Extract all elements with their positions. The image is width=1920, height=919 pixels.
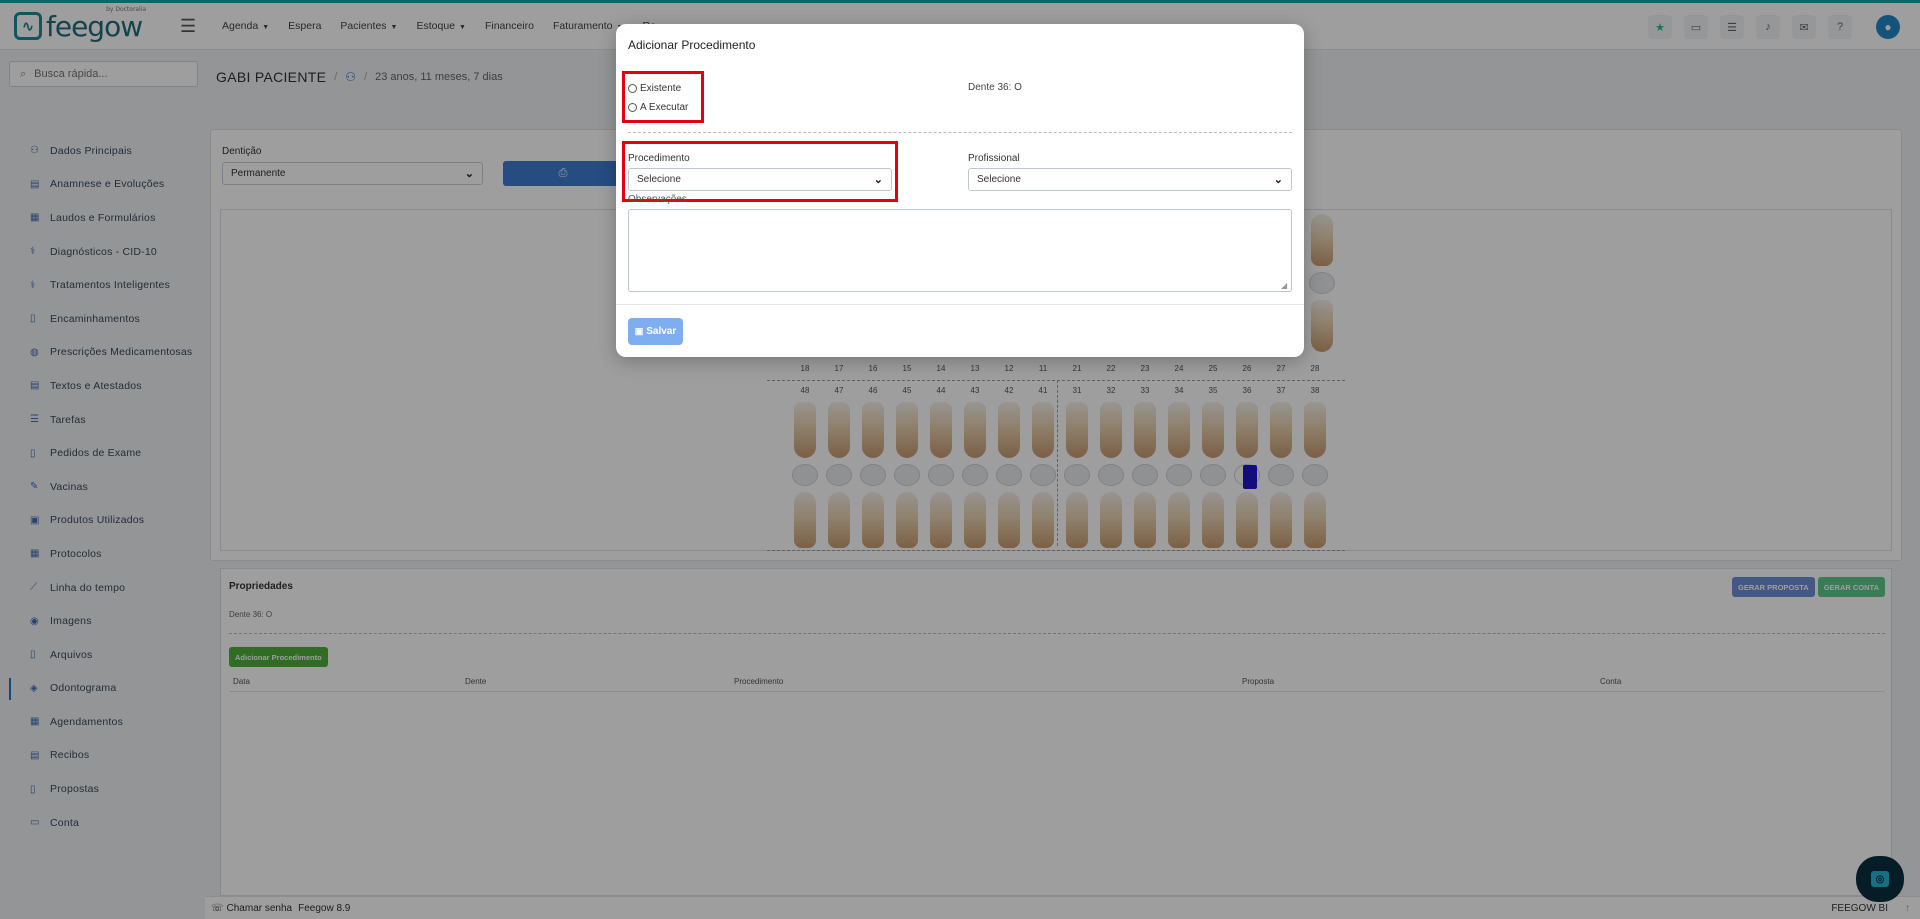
dente-info: Dente 36: O bbox=[968, 82, 1022, 93]
procedimento-value: Selecione bbox=[637, 174, 681, 185]
resize-handle-icon[interactable]: ◢ bbox=[1281, 281, 1287, 290]
profissional-select[interactable]: Selecione ⌄ bbox=[968, 168, 1292, 191]
highlight-box-status bbox=[622, 71, 704, 123]
modal-footer-divider bbox=[616, 304, 1304, 305]
observacoes-label: Observações bbox=[628, 194, 687, 205]
procedimento-select[interactable]: Selecione ⌄ bbox=[628, 168, 892, 191]
chevron-down-icon: ⌄ bbox=[1273, 174, 1283, 186]
observacoes-textarea[interactable] bbox=[628, 209, 1292, 292]
adicionar-procedimento-modal: Adicionar Procedimento Existente A Execu… bbox=[616, 24, 1304, 357]
save-label: Salvar bbox=[646, 326, 677, 337]
procedimento-label: Procedimento bbox=[628, 153, 690, 164]
radio-existente[interactable]: Existente bbox=[628, 83, 681, 94]
floppy-disk-icon: ▣ bbox=[634, 326, 644, 336]
radio-a-executar-label: A Executar bbox=[640, 102, 689, 113]
profissional-value: Selecione bbox=[977, 174, 1021, 185]
radio-a-executar[interactable]: A Executar bbox=[628, 102, 688, 113]
radio-circle[interactable] bbox=[628, 103, 637, 112]
save-button[interactable]: ▣ Salvar bbox=[628, 318, 683, 345]
modal-divider bbox=[628, 132, 1292, 133]
radio-circle[interactable] bbox=[628, 84, 637, 93]
profissional-label: Profissional bbox=[968, 153, 1020, 164]
radio-existente-label: Existente bbox=[640, 83, 682, 94]
modal-title: Adicionar Procedimento bbox=[628, 38, 756, 52]
chevron-down-icon: ⌄ bbox=[873, 174, 883, 186]
